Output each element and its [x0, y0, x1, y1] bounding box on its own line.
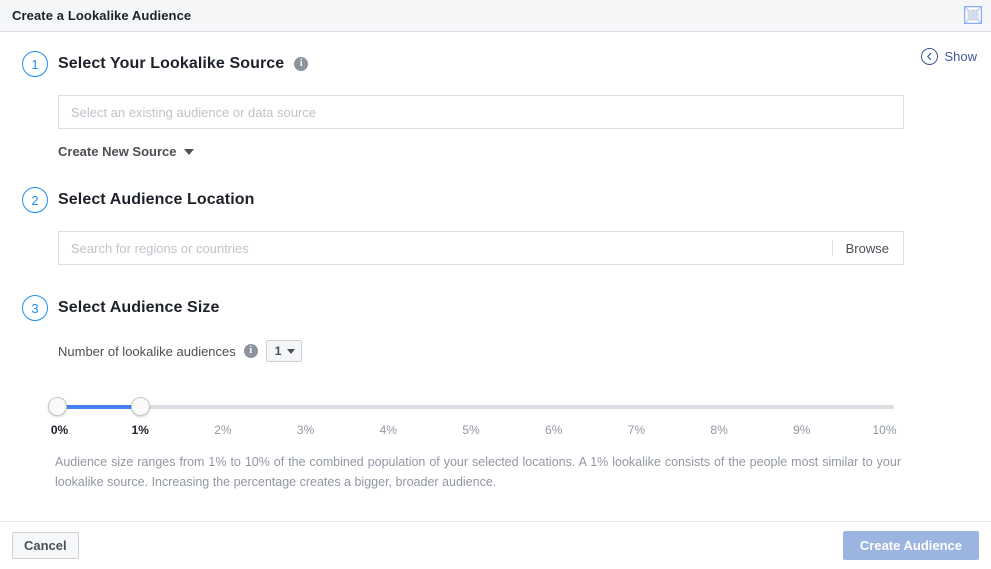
slider-handle-lower[interactable] — [48, 397, 67, 416]
lookalike-count-select[interactable]: 1 — [265, 340, 303, 362]
create-new-source-dropdown[interactable]: Create New Source — [58, 144, 194, 159]
slider-tick-3pct: 3% — [296, 423, 315, 437]
lookalike-count-label: Number of lookalike audiences — [58, 343, 236, 359]
audience-location-placeholder: Search for regions or countries — [71, 240, 249, 256]
create-lookalike-audience-dialog: Create a Lookalike Audience Show 1 Selec… — [0, 0, 991, 569]
cancel-button[interactable]: Cancel — [12, 532, 79, 559]
caret-down-icon — [183, 148, 194, 155]
browse-divider — [831, 240, 833, 256]
info-icon[interactable]: i — [294, 57, 309, 71]
browse-control: Browse — [831, 232, 903, 264]
close-icon[interactable] — [963, 5, 983, 25]
slider-tick-0pct: 0% — [50, 423, 69, 437]
step-3-header: 3 Select Audience Size — [22, 295, 901, 321]
step-2-title: Select Audience Location — [58, 191, 255, 208]
step-3-number: 3 — [22, 295, 48, 321]
slider-tick-8pct: 8% — [710, 423, 728, 437]
slider-tick-1pct: 1% — [131, 423, 149, 437]
create-new-source-label: Create New Source — [58, 144, 177, 159]
step-1-title: Select Your Lookalike Source — [58, 55, 285, 72]
lookalike-source-placeholder: Select an existing audience or data sour… — [71, 104, 316, 120]
slider-tick-labels: 0% 1% 2% 3% 4% 5% 6% 7% 8% 9% 10% — [48, 423, 897, 441]
audience-size-slider[interactable] — [48, 397, 894, 417]
step-3-select-audience-size: 3 Select Audience Size Number of lookali… — [22, 295, 901, 492]
slider-fill — [57, 405, 141, 409]
lookalike-count-row: Number of lookalike audiences i 1 — [58, 340, 901, 362]
audience-size-hint: Audience size ranges from 1% to 10% of t… — [55, 455, 901, 489]
audience-location-input[interactable]: Search for regions or countries Browse — [58, 231, 904, 265]
step-2-header: 2 Select Audience Location — [22, 187, 904, 213]
chevron-left-circle-icon — [921, 48, 939, 65]
slider-track[interactable] — [58, 405, 894, 409]
step-3-title: Select Audience Size — [58, 299, 220, 316]
close-x-box-icon — [963, 5, 983, 25]
step-1-number: 1 — [22, 51, 48, 77]
slider-handle-upper[interactable] — [130, 397, 150, 416]
lookalike-count-value: 1 — [274, 344, 282, 358]
info-icon[interactable]: i — [243, 344, 258, 358]
dialog-body: Show 1 Select Your Lookalike Source i Se… — [0, 32, 991, 521]
create-audience-button[interactable]: Create Audience — [842, 531, 979, 560]
dialog-title: Create a Lookalike Audience — [12, 8, 192, 23]
caret-down-icon — [287, 348, 296, 354]
slider-tick-10pct: 10% — [872, 423, 897, 437]
slider-tick-5pct: 5% — [462, 423, 480, 437]
step-1-select-lookalike-source: 1 Select Your Lookalike Source i Select … — [22, 51, 904, 161]
step-1-header: 1 Select Your Lookalike Source i — [22, 51, 904, 77]
show-toggle-button[interactable]: Show — [921, 48, 977, 65]
browse-button[interactable]: Browse — [846, 241, 889, 256]
lookalike-source-input[interactable]: Select an existing audience or data sour… — [58, 95, 904, 129]
slider-tick-9pct: 9% — [793, 423, 811, 437]
slider-tick-7pct: 7% — [627, 423, 646, 437]
dialog-footer: Cancel Create Audience — [0, 521, 991, 569]
dialog-header: Create a Lookalike Audience — [0, 0, 991, 32]
slider-tick-2pct: 2% — [214, 423, 232, 437]
slider-tick-4pct: 4% — [379, 423, 397, 437]
step-2-select-audience-location: 2 Select Audience Location Search for re… — [22, 187, 904, 265]
step-2-number: 2 — [22, 187, 48, 213]
show-toggle-label: Show — [944, 49, 977, 64]
slider-tick-6pct: 6% — [545, 423, 563, 437]
